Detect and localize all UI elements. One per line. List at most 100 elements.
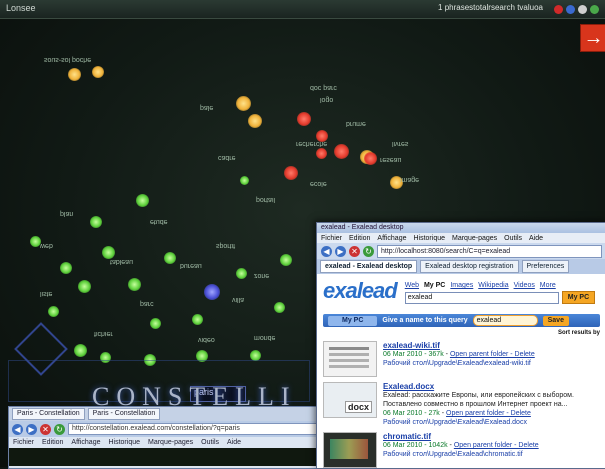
result-item[interactable]: chromatic.tif 06 Mar 2010 - 1042k - Open…: [323, 432, 600, 468]
node-green[interactable]: [48, 306, 59, 317]
result-thumbnail[interactable]: docx: [323, 382, 377, 418]
search-link[interactable]: Wikipedia: [478, 282, 508, 289]
node-green[interactable]: [236, 268, 247, 279]
node-label[interactable]: bureau: [180, 262, 202, 269]
front-browser-window[interactable]: exalead - Exalead desktop Fichier Editio…: [316, 222, 605, 469]
node-label[interactable]: villa: [232, 296, 244, 303]
menu-item[interactable]: Historique: [108, 439, 140, 446]
node-green[interactable]: [128, 278, 141, 291]
result-item[interactable]: exalead-wiki.tif 06 Mar 2010 - 367k - Op…: [323, 341, 600, 377]
result-actions[interactable]: Open parent folder - Delete: [454, 442, 539, 449]
result-title[interactable]: chromatic.tif: [383, 432, 539, 441]
node-red[interactable]: [334, 144, 349, 159]
stop-icon[interactable]: ✕: [40, 423, 51, 435]
front-tab[interactable]: Preferences: [521, 260, 570, 273]
back-arrow-icon[interactable]: ◀: [12, 423, 23, 435]
node-red[interactable]: [316, 148, 327, 159]
back-url-field[interactable]: http://constellation.exalead.com/constel…: [68, 423, 318, 435]
node-red[interactable]: [297, 112, 311, 126]
menu-item[interactable]: Fichier: [13, 439, 34, 446]
speaker-icon[interactable]: [566, 4, 575, 14]
node-green[interactable]: [78, 280, 91, 293]
front-url-field[interactable]: http://localhost:8080/search/C=q=exalead: [377, 244, 602, 258]
forward-arrow-icon[interactable]: ▶: [335, 245, 346, 257]
search-link[interactable]: More: [540, 282, 556, 289]
menu-item[interactable]: Fichier: [321, 235, 342, 242]
network-icon[interactable]: [554, 4, 563, 14]
result-thumbnail[interactable]: [323, 432, 377, 468]
node-yellow[interactable]: [248, 114, 262, 128]
node-green[interactable]: [90, 216, 102, 228]
forward-arrow-icon[interactable]: ▶: [26, 423, 37, 435]
node-green[interactable]: [136, 194, 149, 207]
exalead-logo[interactable]: exalead: [323, 278, 398, 304]
result-path[interactable]: Рабочий стол\Upgrade\Exalead\Exalead.doc…: [383, 418, 600, 427]
node-label[interactable]: zone: [254, 272, 269, 279]
node-label[interactable]: doc parc: [310, 84, 337, 91]
reload-icon[interactable]: ↻: [54, 423, 65, 435]
menu-item[interactable]: Affichage: [377, 235, 406, 242]
menu-item[interactable]: Aide: [529, 235, 543, 242]
node-label[interactable]: fichier: [94, 330, 113, 337]
menu-item[interactable]: Marque-pages: [148, 439, 193, 446]
node-red[interactable]: [364, 152, 377, 165]
node-label[interactable]: recherche: [296, 140, 327, 147]
node-label[interactable]: liste: [40, 290, 52, 297]
node-yellow[interactable]: [92, 66, 104, 78]
result-path[interactable]: Рабочий стол\Upgrade\Exalead\exalead-wik…: [383, 359, 535, 368]
front-tab[interactable]: Exalead desktop registration: [420, 260, 519, 273]
node-green[interactable]: [150, 318, 161, 329]
node-green[interactable]: [192, 314, 203, 325]
menu-item[interactable]: Affichage: [71, 439, 100, 446]
node-label[interactable]: monde: [254, 334, 275, 341]
node-label[interactable]: video: [198, 336, 215, 343]
menu-item[interactable]: Edition: [349, 235, 370, 242]
stop-icon[interactable]: ✕: [349, 245, 360, 257]
node-green[interactable]: [164, 252, 176, 264]
node-label[interactable]: brume: [346, 120, 366, 127]
node-label[interactable]: web: [40, 242, 53, 249]
node-label[interactable]: tableau: [110, 258, 133, 265]
search-input[interactable]: exalead: [404, 291, 559, 304]
node-label[interactable]: plan: [60, 210, 73, 217]
menu-item[interactable]: Marque-pages: [452, 235, 497, 242]
result-actions[interactable]: Open parent folder - Delete: [446, 410, 531, 417]
menu-item[interactable]: Outils: [504, 235, 522, 242]
front-tab[interactable]: exalead - Exalead desktop: [320, 260, 418, 273]
node-label[interactable]: parc: [140, 300, 154, 307]
node-label[interactable]: livres: [392, 140, 408, 147]
node-green[interactable]: [240, 176, 249, 185]
back-tab[interactable]: Paris - Constellation: [12, 408, 85, 420]
node-label[interactable]: pale: [200, 104, 213, 111]
node-green[interactable]: [274, 302, 285, 313]
node-yellow[interactable]: [236, 96, 251, 111]
save-query-button[interactable]: Save: [542, 315, 569, 326]
node-label[interactable]: sportif: [216, 242, 235, 249]
search-link[interactable]: Web: [405, 282, 419, 289]
back-tab[interactable]: Paris - Constellation: [87, 408, 161, 420]
battery-icon[interactable]: [590, 4, 599, 14]
node-label[interactable]: cadre: [218, 154, 236, 161]
node-green[interactable]: [60, 262, 72, 274]
result-title[interactable]: Exalead.docx: [383, 382, 600, 391]
node-label[interactable]: ecole: [310, 180, 327, 187]
result-path[interactable]: Рабочий стол\Upgrade\Exalead\chromatic.t…: [383, 450, 539, 459]
sort-results-label[interactable]: Sort results by: [323, 330, 600, 336]
node-blue[interactable]: [204, 284, 220, 300]
result-thumbnail[interactable]: [323, 341, 377, 377]
node-label[interactable]: portail: [256, 196, 275, 203]
node-red[interactable]: [284, 166, 298, 180]
node-label[interactable]: reseau: [380, 156, 401, 163]
node-label[interactable]: etude: [150, 218, 168, 225]
next-arrow-button[interactable]: →: [580, 24, 605, 52]
back-browser-window[interactable]: Paris - Constellation Paris - Constellat…: [8, 406, 322, 469]
node-yellow[interactable]: [68, 68, 81, 81]
node-green[interactable]: [74, 344, 87, 357]
query-name-input[interactable]: exalead: [472, 315, 538, 326]
reload-icon[interactable]: ↻: [363, 245, 374, 257]
result-actions[interactable]: Open parent folder - Delete: [450, 351, 535, 358]
node-green[interactable]: [280, 254, 292, 266]
result-title[interactable]: exalead-wiki.tif: [383, 341, 535, 350]
node-label[interactable]: sous-sol poche: [44, 56, 91, 63]
result-item[interactable]: docx Exalead.docx Exalead: расскажите Ев…: [323, 382, 600, 427]
